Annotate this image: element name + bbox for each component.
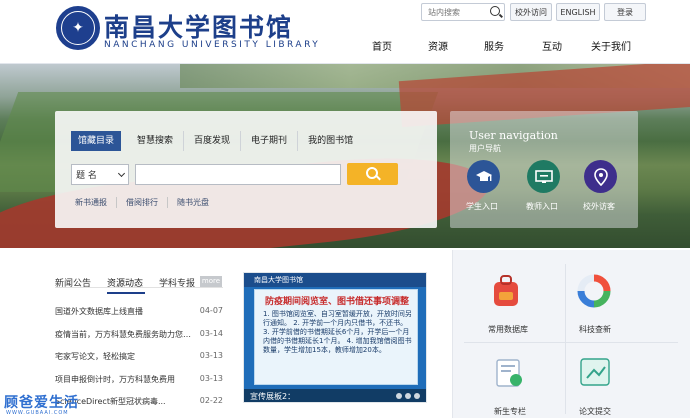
university-logo[interactable]: ✦ xyxy=(56,6,100,50)
news-title[interactable]: 疫情当前，万方科慧免费服务助力您的... xyxy=(55,329,195,352)
poster-header: 南昌大学图书馆 xyxy=(244,273,426,287)
user-nav-subtitle: 用户导航 xyxy=(469,144,501,153)
list-item[interactable]: ScienceDirect新型冠状病毒... 02-22 xyxy=(55,396,223,418)
quick-link-new-books[interactable]: 新书通报 xyxy=(75,197,117,208)
logo-emblem-icon: ✦ xyxy=(61,11,95,45)
graduation-cap-icon[interactable] xyxy=(467,160,500,193)
watermark-url: WWW.GUBAAI.COM xyxy=(6,410,69,416)
news-title[interactable]: 国道外文数据库上线直播 xyxy=(55,306,143,329)
service-label-databases[interactable]: 常用数据库 xyxy=(488,324,528,335)
news-divider xyxy=(55,287,223,288)
nav-resources[interactable]: 资源 xyxy=(428,38,448,53)
student-entry-label[interactable]: 学生入口 xyxy=(466,201,498,212)
service-label-thesis-submission[interactable]: 论文提交 xyxy=(579,406,611,417)
ring-chart-icon[interactable] xyxy=(577,274,611,308)
list-item[interactable]: 疫情当前，万方科慧免费服务助力您的... 03-14 xyxy=(55,329,223,352)
teacher-entry-label[interactable]: 教师入口 xyxy=(526,201,558,212)
search-icon[interactable] xyxy=(490,6,500,16)
poster-notice: 防疫期间阅览室、图书借还事项调整 1. 图书馆阅览室、自习室暂缓开放，开放时间另… xyxy=(254,289,418,385)
english-button[interactable]: ENGLISH xyxy=(556,3,600,21)
services-divider-v xyxy=(565,264,566,414)
carousel-dot[interactable] xyxy=(414,393,420,399)
news-date: 03-13 xyxy=(199,373,223,383)
quick-link-book-cds[interactable]: 随书光盘 xyxy=(177,197,218,208)
quick-links: 新书通报 借阅排行 随书光盘 xyxy=(75,197,227,208)
visitor-entry-label[interactable]: 校外访客 xyxy=(583,201,615,212)
promo-poster[interactable]: 南昌大学图书馆 防疫期间阅览室、图书借还事项调整 1. 图书馆阅览室、自习室暂缓… xyxy=(243,272,427,403)
site-search-input[interactable] xyxy=(422,4,486,20)
nav-about[interactable]: 关于我们 xyxy=(591,38,631,53)
nav-interaction[interactable]: 互动 xyxy=(542,38,562,53)
search-field-select[interactable]: 题 名 xyxy=(71,164,129,185)
map-pin-icon[interactable] xyxy=(584,160,617,193)
news-date: 02-22 xyxy=(199,396,223,405)
catalog-search-panel: 馆藏目录 智慧搜索 百度发现 电子期刊 我的图书馆 题 名 新书通报 借阅排行 … xyxy=(55,111,437,228)
user-nav-title: User navigation xyxy=(469,129,558,142)
list-item[interactable]: 项目申报倒计时，万方科慧免费用 03-13 xyxy=(55,374,223,397)
news-title[interactable]: 宅家写论文，轻松搞定 xyxy=(55,351,135,374)
login-button[interactable]: 登录 xyxy=(604,3,646,21)
catalog-search-button[interactable] xyxy=(347,163,398,185)
backpack-icon[interactable] xyxy=(490,274,522,306)
new-student-icon[interactable] xyxy=(494,356,526,388)
tab-my-library[interactable]: 我的图书馆 xyxy=(298,131,363,151)
tab-baidu-discovery[interactable]: 百度发现 xyxy=(184,131,242,151)
news-date: 03-13 xyxy=(199,351,223,360)
search-icon xyxy=(366,167,378,179)
brand-name-cn[interactable]: 南昌大学图书馆 xyxy=(104,8,293,44)
carousel-dot[interactable] xyxy=(396,393,402,399)
tab-smart-search[interactable]: 智慧搜索 xyxy=(127,131,185,151)
carousel-dot[interactable] xyxy=(405,393,411,399)
offcampus-access-button[interactable]: 校外访问 xyxy=(510,3,552,21)
poster-body: 1. 图书馆阅览室、自习室暂缓开放，开放时间另行通知。 2. 开学前一个月内只借… xyxy=(263,310,412,354)
more-link[interactable]: more xyxy=(200,276,222,287)
catalog-query-input[interactable] xyxy=(135,164,341,185)
service-label-freshman[interactable]: 新生专栏 xyxy=(494,406,526,417)
watermark-text: 顾爸爱生活 xyxy=(4,395,79,411)
list-item[interactable]: 宅家写论文，轻松搞定 03-13 xyxy=(55,351,223,374)
services-divider-h xyxy=(464,342,678,343)
list-item[interactable]: 国道外文数据库上线直播 04-07 xyxy=(55,306,223,329)
chevron-down-icon xyxy=(117,169,126,178)
chalkboard-icon[interactable] xyxy=(527,160,560,193)
search-field-value: 题 名 xyxy=(76,171,97,181)
tab-catalog[interactable]: 馆藏目录 xyxy=(71,131,122,151)
news-date: 04-07 xyxy=(199,306,223,315)
search-tabs: 馆藏目录 智慧搜索 百度发现 电子期刊 我的图书馆 xyxy=(71,131,363,151)
nav-home[interactable]: 首页 xyxy=(372,38,392,53)
carousel-dots xyxy=(393,393,420,399)
brand-name-en: NANCHANG UNIVERSITY LIBRARY xyxy=(104,40,321,50)
tab-ejournals[interactable]: 电子期刊 xyxy=(241,131,299,151)
news-date: 03-14 xyxy=(199,328,223,338)
quick-link-borrow-ranking[interactable]: 借阅排行 xyxy=(126,197,168,208)
site-search-box[interactable] xyxy=(421,3,505,21)
paper-submit-icon[interactable] xyxy=(579,356,611,388)
nav-services[interactable]: 服务 xyxy=(484,38,504,53)
news-list: 国道外文数据库上线直播 04-07 疫情当前，万方科慧免费服务助力您的... 0… xyxy=(55,306,223,418)
poster-title: 防疫期间阅览室、图书借还事项调整 xyxy=(264,297,409,307)
service-label-novelty-search[interactable]: 科技查新 xyxy=(579,324,611,335)
header: ✦ 南昌大学图书馆 NANCHANG UNIVERSITY LIBRARY 校外… xyxy=(0,0,690,64)
